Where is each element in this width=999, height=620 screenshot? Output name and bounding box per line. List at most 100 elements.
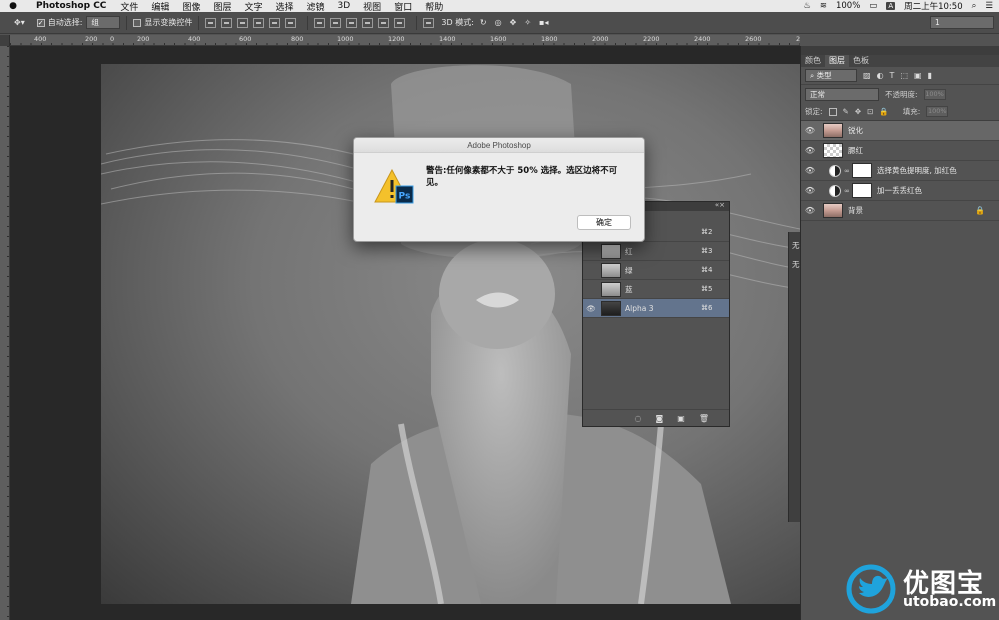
- new-channel-icon[interactable]: ▣: [677, 414, 685, 423]
- 3d-rotate-icon[interactable]: ↻: [480, 18, 487, 27]
- lock-artboard-icon[interactable]: ⊡: [867, 107, 873, 116]
- trash-icon[interactable]: 🗑: [699, 414, 709, 423]
- eye-icon[interactable]: 👁: [801, 146, 819, 155]
- menu-layer[interactable]: 图层: [213, 0, 231, 13]
- auto-select-checkbox[interactable]: ✓: [36, 18, 45, 27]
- eye-icon[interactable]: 👁: [583, 304, 599, 313]
- channel-name: 红: [625, 246, 633, 256]
- ok-button[interactable]: 确定: [577, 215, 631, 230]
- horizontal-ruler[interactable]: 400 200 0 200 400 600 800 1000 1200 1400…: [10, 35, 800, 46]
- apple-icon[interactable]: ●: [0, 1, 26, 11]
- auto-align-icon[interactable]: [423, 17, 435, 28]
- menu-filter[interactable]: 滤镜: [307, 0, 325, 13]
- layers-panel-header[interactable]: [801, 46, 999, 55]
- move-tool-icon[interactable]: ✥▾: [14, 18, 25, 27]
- distribute-right-icon[interactable]: [394, 17, 406, 28]
- fill-input[interactable]: 100%: [926, 106, 949, 117]
- menu-help[interactable]: 帮助: [425, 0, 443, 13]
- workspace-dropdown[interactable]: 1: [930, 16, 994, 29]
- layer-row[interactable]: 👁 ∞ 选择黄色提明度, 加红色: [801, 161, 999, 181]
- show-transform-checkbox[interactable]: [133, 18, 142, 27]
- tab-swatches[interactable]: 色板: [849, 55, 873, 67]
- layer-mask-thumbnail[interactable]: [852, 163, 872, 178]
- eye-icon[interactable]: 👁: [801, 206, 819, 215]
- menu-edit[interactable]: 编辑: [151, 0, 169, 13]
- layers-panel[interactable]: 颜色 图层 色板 ⌕ 类型 ▨ ◐ T ⬚ ▣ ▮ 正常 不透明度: 100% …: [800, 46, 999, 620]
- app-menu[interactable]: Photoshop CC: [36, 1, 106, 11]
- auto-select-dropdown[interactable]: 组: [86, 16, 121, 29]
- distribute-top-icon[interactable]: [314, 17, 326, 28]
- layer-row[interactable]: 👁 ∞ 加一丢丢红色: [801, 181, 999, 201]
- clock[interactable]: 周二上午10:50: [904, 0, 963, 12]
- channel-thumbnail: [601, 262, 621, 278]
- link-icon[interactable]: ∞: [844, 187, 850, 195]
- distribute-left-icon[interactable]: [362, 17, 374, 28]
- align-right-icon[interactable]: [285, 17, 297, 28]
- notification-icon[interactable]: ☰: [985, 1, 993, 11]
- 3d-roll-icon[interactable]: ◎: [495, 18, 502, 27]
- layer-name[interactable]: 背景: [848, 205, 863, 216]
- distribute-hcenter-icon[interactable]: [378, 17, 390, 28]
- blend-mode-dropdown[interactable]: 正常: [805, 87, 879, 101]
- menu-file[interactable]: 文件: [120, 0, 138, 13]
- battery-text[interactable]: 100%: [836, 1, 860, 11]
- layer-row[interactable]: 👁 锐化: [801, 121, 999, 141]
- 3d-slide-icon[interactable]: ✧: [524, 18, 531, 27]
- save-selection-icon[interactable]: ◙: [656, 414, 664, 423]
- lock-all-icon[interactable]: 🔒: [879, 107, 888, 116]
- layer-row[interactable]: 👁 背景 🔒: [801, 201, 999, 221]
- filter-pixel-icon[interactable]: ▨: [863, 71, 871, 80]
- menu-view[interactable]: 视图: [363, 0, 381, 13]
- layer-name[interactable]: 腮红: [848, 145, 863, 156]
- layer-mask-thumbnail[interactable]: [852, 183, 872, 198]
- eye-icon[interactable]: 👁: [801, 186, 819, 195]
- kind-filter-dropdown[interactable]: ⌕ 类型: [805, 69, 857, 82]
- lock-transparency-icon[interactable]: [828, 107, 837, 116]
- lock-pixels-icon[interactable]: ✎: [843, 107, 849, 116]
- distribute-bottom-icon[interactable]: [346, 17, 358, 28]
- filter-toggle-icon[interactable]: ▮: [928, 71, 932, 80]
- align-bottom-icon[interactable]: [237, 17, 249, 28]
- distribute-vcenter-icon[interactable]: [330, 17, 342, 28]
- layer-name[interactable]: 锐化: [848, 125, 863, 136]
- channel-row-green[interactable]: 绿 ⌘4: [583, 261, 729, 280]
- 3d-scale-icon[interactable]: ▪◂: [539, 18, 548, 27]
- menu-image[interactable]: 图像: [182, 0, 200, 13]
- tab-color[interactable]: 颜色: [801, 55, 825, 67]
- align-left-icon[interactable]: [253, 17, 265, 28]
- layer-row[interactable]: 👁 腮红: [801, 141, 999, 161]
- channel-row-blue[interactable]: 蓝 ⌘5: [583, 280, 729, 299]
- align-vcenter-icon[interactable]: [221, 17, 233, 28]
- wifi-icon[interactable]: ≋: [820, 1, 827, 11]
- bell-icon[interactable]: ♨: [803, 1, 811, 11]
- filter-type-icon[interactable]: T: [890, 71, 895, 80]
- vertical-ruler[interactable]: [0, 46, 10, 620]
- align-top-icon[interactable]: [205, 17, 217, 28]
- menu-3d[interactable]: 3D: [338, 1, 351, 11]
- eye-icon[interactable]: 👁: [801, 166, 819, 175]
- channel-row-alpha3[interactable]: 👁 Alpha 3 ⌘6: [583, 299, 729, 318]
- 3d-pan-icon[interactable]: ✥: [510, 18, 517, 27]
- align-hcenter-icon[interactable]: [269, 17, 281, 28]
- link-icon[interactable]: ∞: [844, 167, 850, 175]
- menu-type[interactable]: 文字: [244, 0, 262, 13]
- filter-shape-icon[interactable]: ⬚: [900, 71, 908, 80]
- layer-name[interactable]: 加一丢丢红色: [877, 185, 922, 196]
- channel-shortcut: ⌘4: [701, 266, 713, 274]
- channel-row-red[interactable]: 红 ⌘3: [583, 242, 729, 261]
- collapsed-panel[interactable]: 无 无: [788, 232, 800, 522]
- filter-adjustment-icon[interactable]: ◐: [877, 71, 884, 80]
- layer-name[interactable]: 选择黄色提明度, 加红色: [877, 165, 957, 176]
- collapse-icon[interactable]: «×: [715, 201, 725, 209]
- opacity-input[interactable]: 100%: [923, 88, 946, 100]
- input-method-icon[interactable]: A: [886, 2, 896, 10]
- eye-icon[interactable]: 👁: [801, 126, 819, 135]
- search-icon[interactable]: ⌕: [972, 1, 977, 11]
- menu-select[interactable]: 选择: [275, 0, 293, 13]
- filter-smart-icon[interactable]: ▣: [914, 71, 922, 80]
- panel-tabs: 颜色 图层 色板: [801, 55, 999, 67]
- load-selection-icon[interactable]: ◌: [635, 414, 642, 423]
- lock-position-icon[interactable]: ✥: [855, 107, 861, 116]
- tab-layers[interactable]: 图层: [825, 55, 849, 67]
- menu-window[interactable]: 窗口: [394, 0, 412, 13]
